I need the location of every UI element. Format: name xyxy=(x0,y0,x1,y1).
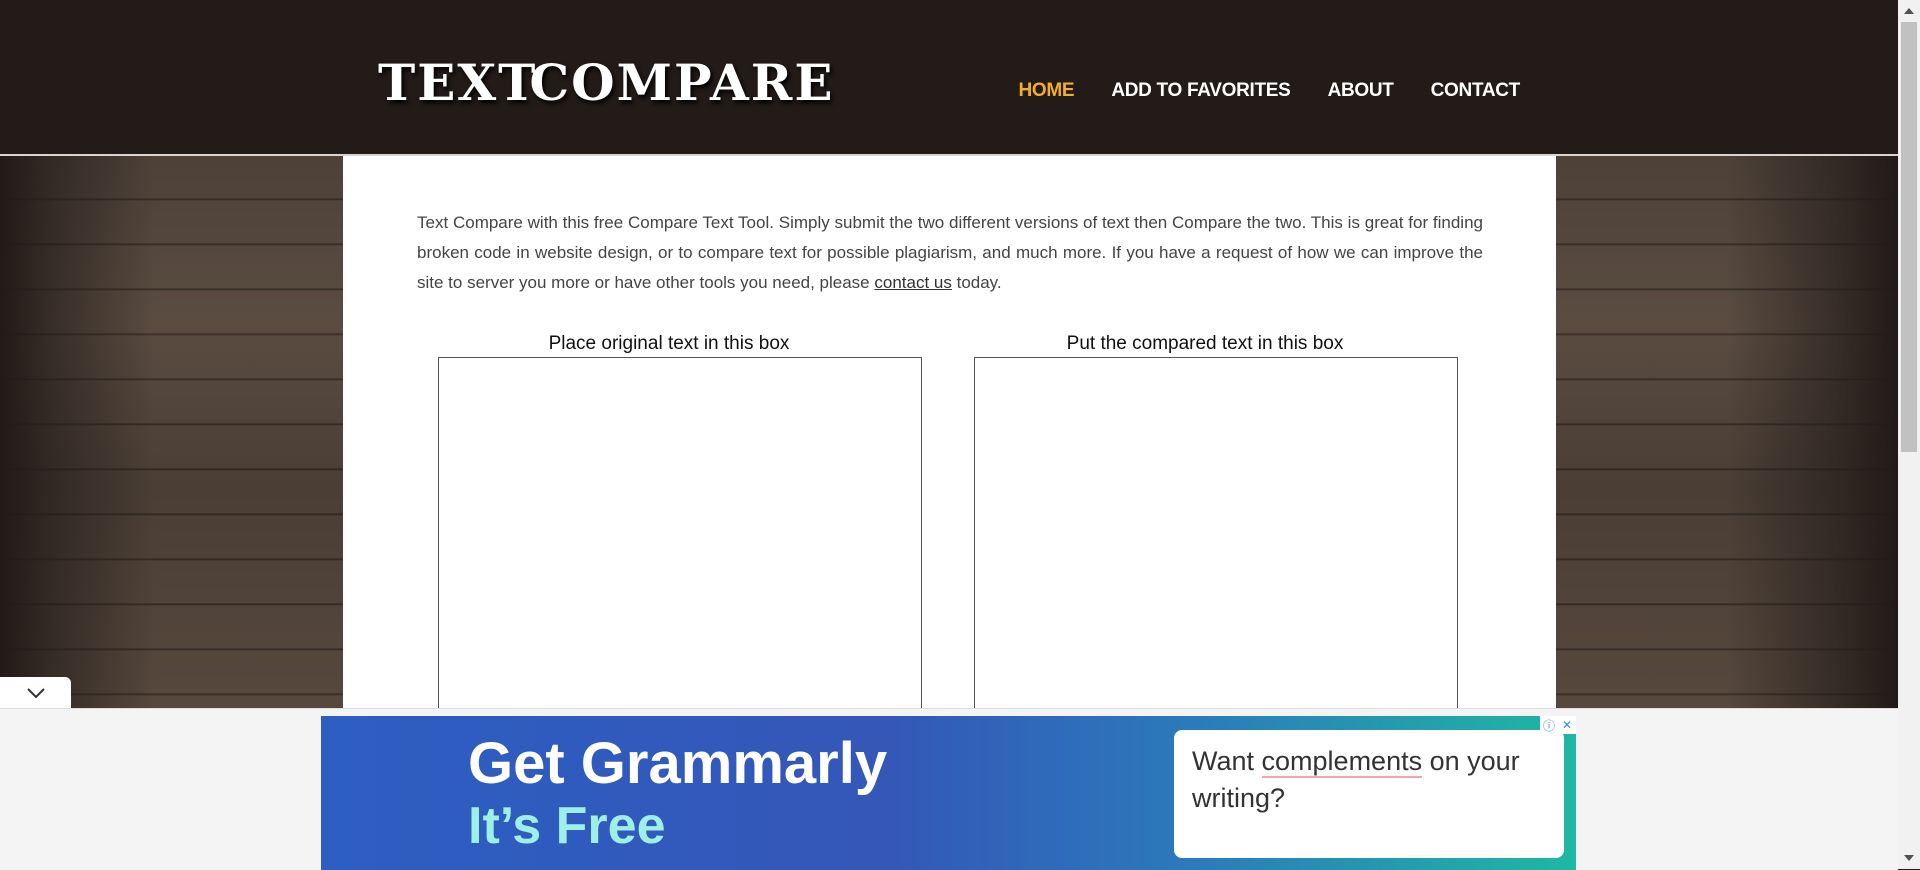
ad-headline: Get Grammarly xyxy=(468,731,888,796)
main-nav: HOME ADD TO FAVORITES ABOUT CONTACT xyxy=(1019,80,1521,102)
compared-text-input[interactable] xyxy=(974,357,1458,717)
scroll-down-arrow-icon[interactable] xyxy=(1904,855,1914,861)
page-scrollbar[interactable] xyxy=(1898,0,1920,869)
chevron-down-icon xyxy=(26,687,45,698)
site-logo[interactable]: TEXT COMPARE xyxy=(378,44,832,120)
original-box-label: Place original text in this box xyxy=(548,333,790,354)
ad-subheadline: It’s Free xyxy=(468,797,666,855)
intro-text-end: today. xyxy=(951,273,1002,292)
ad-controls: ⓘ ✕ xyxy=(1540,716,1576,734)
collapse-ad-button[interactable] xyxy=(0,677,71,708)
logo-text-left: TEXT xyxy=(378,52,538,112)
original-text-input[interactable] xyxy=(438,357,922,717)
nav-home[interactable]: HOME xyxy=(1019,80,1075,102)
logo-text-right: COMPARE xyxy=(529,52,835,112)
scroll-up-arrow-icon[interactable] xyxy=(1904,8,1914,14)
contact-us-link[interactable]: contact us xyxy=(874,273,952,292)
ad-close-icon[interactable]: ✕ xyxy=(1558,716,1576,734)
ad-card-prefix: Want xyxy=(1192,746,1262,776)
intro-text: Text Compare with this free Compare Text… xyxy=(417,208,1483,298)
ad-bar: Get Grammarly It’s Free Want complements… xyxy=(0,708,1898,870)
nav-add-to-favorites[interactable]: ADD TO FAVORITES xyxy=(1111,80,1291,102)
compared-box-label: Put the compared text in this box xyxy=(1066,333,1344,354)
site-header: TEXT COMPARE HOME ADD TO FAVORITES ABOUT… xyxy=(0,0,1898,156)
ad-card: Want complements on your writing? xyxy=(1174,730,1564,858)
scroll-thumb[interactable] xyxy=(1901,22,1917,452)
wood-panel-left xyxy=(0,156,343,708)
nav-contact[interactable]: CONTACT xyxy=(1431,80,1521,102)
wood-panel-right xyxy=(1556,156,1898,708)
ad-info-icon[interactable]: ⓘ xyxy=(1540,716,1558,734)
nav-about[interactable]: ABOUT xyxy=(1328,80,1394,102)
ad-card-underlined: complements xyxy=(1261,746,1423,778)
grammarly-ad[interactable]: Get Grammarly It’s Free Want complements… xyxy=(321,716,1576,870)
main-content: Text Compare with this free Compare Text… xyxy=(343,156,1556,717)
